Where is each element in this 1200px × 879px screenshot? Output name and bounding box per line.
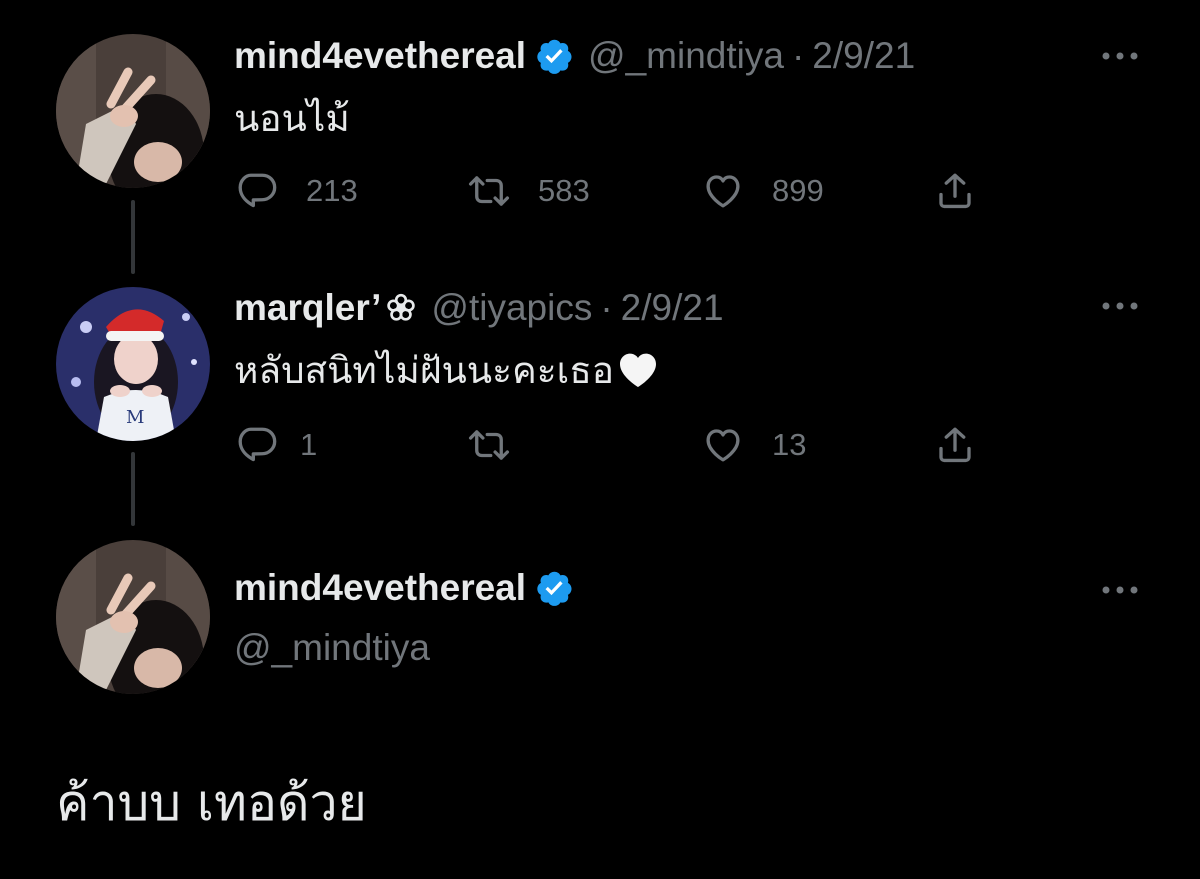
separator: · — [600, 287, 613, 328]
tweet-text: นอนไม้ — [234, 97, 350, 140]
share-button[interactable] — [934, 424, 976, 466]
retweet-icon — [468, 424, 510, 466]
like-icon — [702, 170, 744, 212]
retweet-icon — [468, 170, 510, 212]
like-count: 899 — [772, 173, 824, 208]
more-icon[interactable] — [1098, 296, 1142, 316]
avatar-tiyapics[interactable]: M — [56, 287, 210, 441]
tweet-header: mind4evethereal @_mindtiya · 2/9/21 — [234, 34, 915, 78]
more-icon[interactable] — [1098, 46, 1142, 66]
share-button[interactable] — [934, 170, 976, 212]
tweet-date[interactable]: 2/9/21 — [812, 34, 915, 78]
reply-button[interactable]: 213 — [236, 170, 358, 212]
focused-header: mind4evethereal — [234, 566, 574, 610]
like-button[interactable]: 899 — [702, 170, 824, 212]
retweet-button[interactable] — [468, 424, 538, 466]
tweet-text: หลับสนิทไม่ฝันนะคะเธอ — [234, 348, 658, 394]
like-icon — [702, 424, 744, 466]
handle[interactable]: @_mindtiya — [234, 626, 430, 670]
verified-badge-icon — [534, 568, 574, 608]
display-name[interactable]: mind4evethereal — [234, 566, 526, 610]
thread-line — [131, 452, 135, 526]
retweet-button[interactable]: 583 — [468, 170, 590, 212]
like-button[interactable]: 13 — [702, 424, 806, 466]
reply-icon — [236, 424, 278, 466]
separator: · — [791, 35, 805, 76]
focused-tweet-text: ค้าบบ เทอด้วย — [56, 774, 367, 832]
verified-badge-icon — [534, 36, 574, 76]
handle[interactable]: @tiyapics — [431, 286, 592, 330]
reply-button[interactable]: 1 — [236, 424, 317, 466]
reply-icon — [236, 170, 278, 212]
svg-text:M: M — [126, 407, 144, 428]
more-icon[interactable] — [1098, 580, 1142, 600]
handle[interactable]: @_mindtiya — [588, 34, 784, 78]
display-name[interactable]: marqler’ — [234, 286, 381, 330]
avatar-mind4evethereal[interactable] — [56, 540, 210, 694]
like-count: 13 — [772, 427, 807, 462]
tweet-header: marqler’ @tiyapics · 2/9/21 — [234, 286, 724, 330]
share-icon — [934, 424, 976, 466]
tweet-date[interactable]: 2/9/21 — [621, 286, 724, 330]
retweet-count: 583 — [538, 173, 590, 208]
reply-count: 1 — [300, 427, 318, 462]
white-heart-emoji — [618, 351, 658, 389]
flower-icon — [385, 292, 417, 324]
tweet-text-content: หลับสนิทไม่ฝันนะคะเธอ — [234, 349, 615, 392]
thread-line — [131, 200, 135, 274]
share-icon — [934, 170, 976, 212]
display-name[interactable]: mind4evethereal — [234, 34, 526, 78]
avatar-mind4evethereal[interactable] — [56, 34, 210, 188]
reply-count: 213 — [306, 173, 358, 208]
